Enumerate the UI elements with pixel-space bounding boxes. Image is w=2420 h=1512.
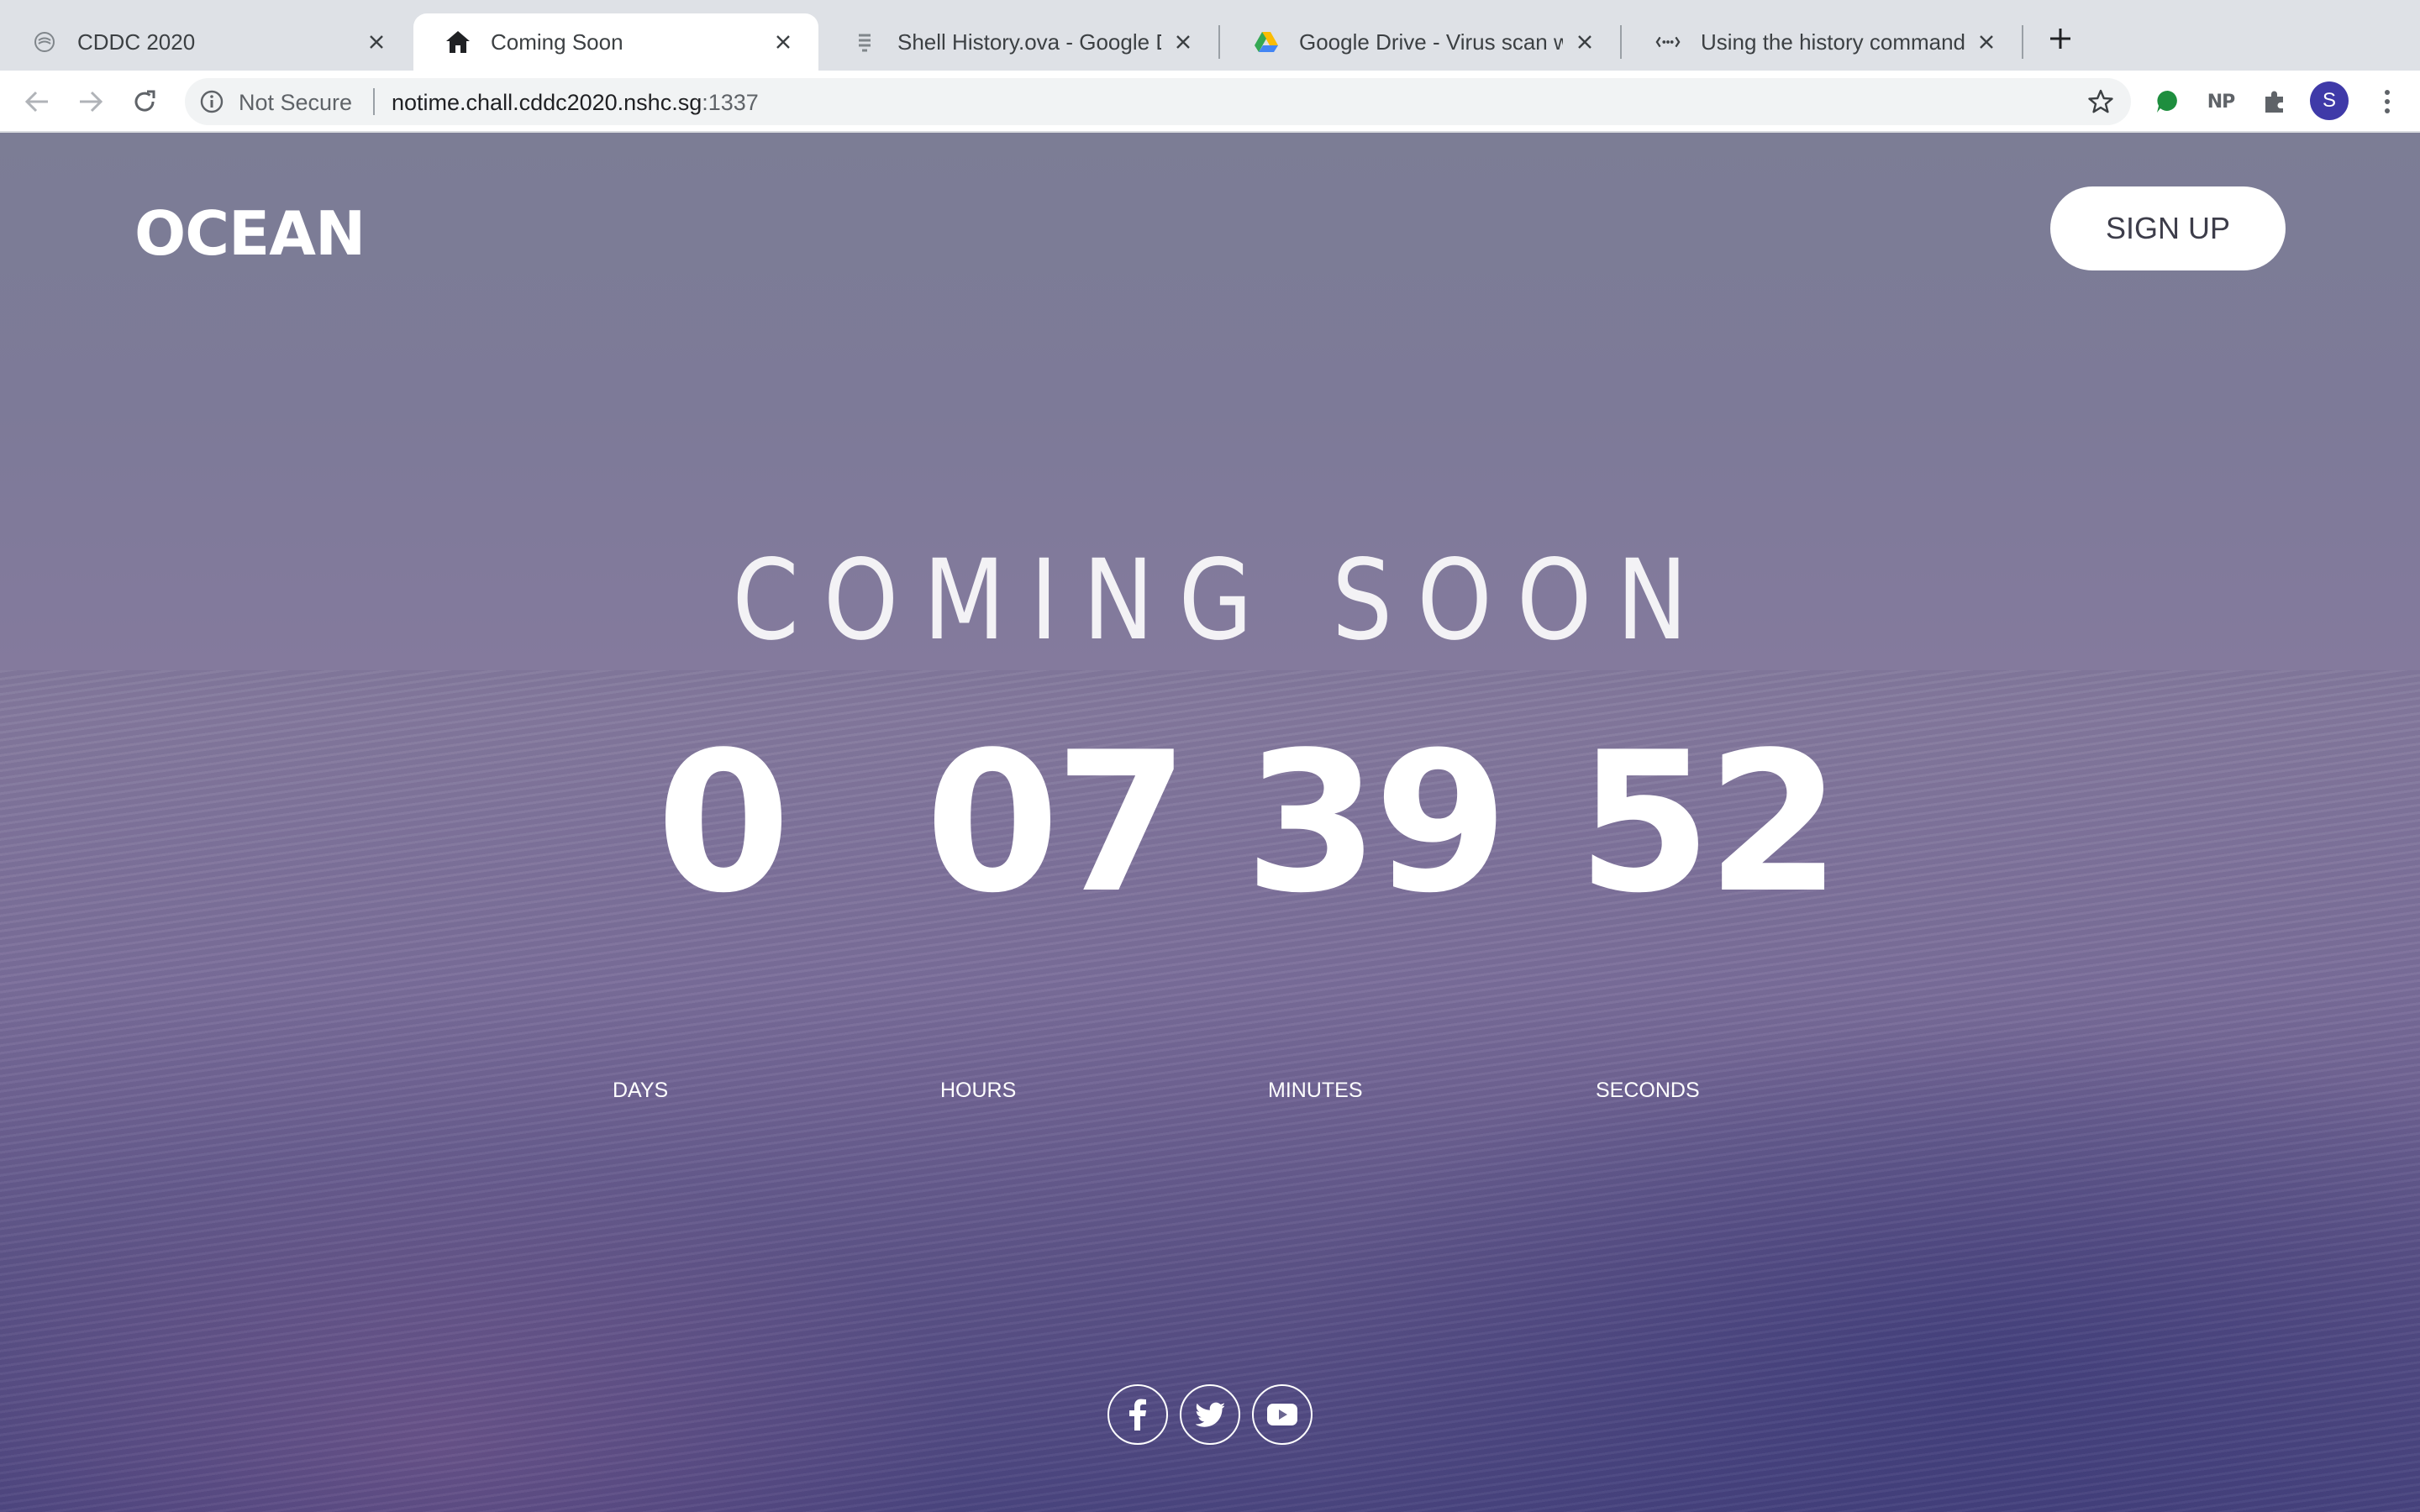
tab-strip: CDDC 2020 Coming Soon Shell History.ova …	[0, 0, 2420, 71]
url-host: notime.chall.cddc2020.nshc.sg	[392, 90, 702, 115]
link-icon	[1655, 29, 1681, 55]
tab-title: Shell History.ova - Google Drive	[897, 29, 1161, 55]
tab-google-drive[interactable]: Google Drive - Virus scan warning	[1222, 13, 1620, 71]
menu-button[interactable]	[2370, 85, 2404, 118]
countdown-days-label: DAYS	[613, 1079, 669, 1102]
tab-coming-soon[interactable]: Coming Soon	[413, 13, 818, 71]
close-icon[interactable]	[770, 29, 797, 55]
page-content: OCEAN SIGN UP COMING SOON 0 07 39 52 DAY…	[0, 133, 2420, 1512]
omnibox-divider	[373, 88, 375, 115]
site-icon	[32, 29, 57, 55]
puzzle-icon	[2265, 91, 2283, 113]
new-tab-button[interactable]	[2044, 22, 2077, 55]
info-icon[interactable]	[198, 88, 225, 115]
forward-button[interactable]	[74, 85, 108, 118]
tab-history-command[interactable]: Using the history command - M	[1623, 13, 2022, 71]
tab-separator	[1218, 25, 1220, 59]
countdown-hours-value: 07	[924, 711, 1189, 936]
plus-icon	[2050, 29, 2070, 49]
tab-shell-history[interactable]: Shell History.ova - Google Drive	[820, 13, 1218, 71]
twitter-link[interactable]	[1180, 1384, 1240, 1445]
back-button[interactable]	[20, 85, 54, 118]
chat-bubble-icon	[2157, 90, 2177, 113]
tab-separator	[1620, 25, 1622, 59]
reload-button[interactable]	[128, 85, 161, 118]
google-drive-icon	[1254, 29, 1279, 55]
site-logo[interactable]: OCEAN	[134, 198, 366, 269]
extensions-button[interactable]	[2258, 85, 2291, 118]
security-label: Not Secure	[239, 90, 353, 115]
tab-separator	[2022, 25, 2023, 59]
np-extension-button[interactable]: NP	[2204, 85, 2238, 118]
facebook-link[interactable]	[1107, 1384, 1168, 1445]
arrow-right-icon	[80, 91, 103, 113]
arrow-left-icon	[24, 91, 48, 113]
close-icon[interactable]	[363, 29, 390, 55]
countdown-minutes-value: 39	[1244, 711, 1508, 936]
url-port: :1337	[702, 90, 759, 115]
facebook-icon	[1129, 1399, 1146, 1431]
reload-icon	[134, 90, 155, 112]
countdown-hours-label: HOURS	[940, 1079, 1017, 1102]
twitter-icon	[1196, 1402, 1224, 1427]
countdown-seconds-label: SECONDS	[1596, 1079, 1700, 1102]
star-icon[interactable]	[2087, 88, 2114, 115]
browser-toolbar: Not Secure notime.chall.cddc2020.nshc.sg…	[0, 71, 2420, 133]
close-icon[interactable]	[1571, 29, 1598, 55]
url-text[interactable]: notime.chall.cddc2020.nshc.sg:1337	[392, 90, 759, 116]
social-links	[1107, 1384, 1313, 1445]
home-icon	[445, 29, 471, 55]
page-heading: COMING SOON	[732, 536, 1712, 665]
close-icon[interactable]	[1973, 29, 2000, 55]
address-bar[interactable]: Not Secure notime.chall.cddc2020.nshc.sg…	[185, 78, 2131, 125]
countdown-minutes-label: MINUTES	[1268, 1079, 1363, 1102]
tab-title: Google Drive - Virus scan warning	[1299, 29, 1563, 55]
profile-avatar[interactable]: S	[2310, 81, 2349, 120]
tab-title: Coming Soon	[491, 29, 623, 55]
np-label: NP	[2207, 91, 2236, 113]
close-icon[interactable]	[1170, 29, 1197, 55]
tab-title: CDDC 2020	[77, 29, 196, 55]
signup-button[interactable]: SIGN UP	[2050, 186, 2286, 270]
more-vertical-icon	[2385, 90, 2390, 113]
youtube-icon	[1267, 1404, 1297, 1425]
file-icon	[852, 29, 877, 55]
youtube-link[interactable]	[1252, 1384, 1313, 1445]
tab-title: Using the history command - M	[1701, 29, 1965, 55]
green-extension-button[interactable]	[2151, 85, 2185, 118]
tab-cddc-2020[interactable]: CDDC 2020	[0, 13, 412, 71]
countdown-seconds-value: 52	[1576, 711, 1841, 936]
countdown-days-value: 0	[655, 711, 791, 936]
